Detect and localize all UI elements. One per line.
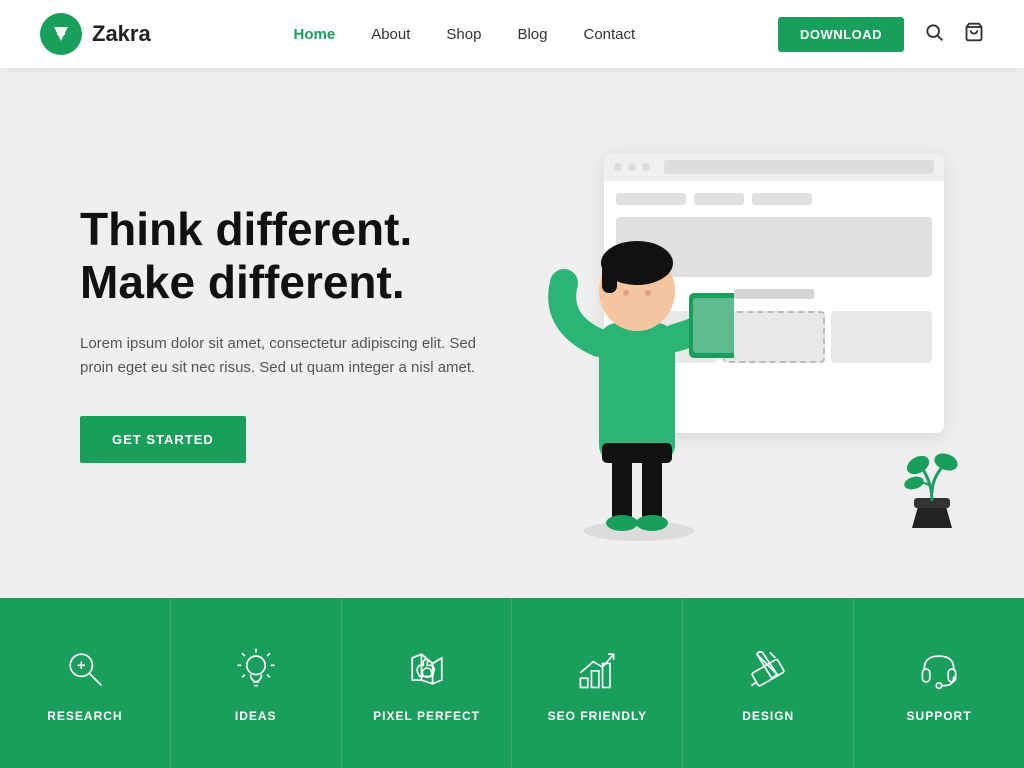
download-button[interactable]: DOWNLOAD — [778, 17, 904, 52]
design-icon — [742, 643, 794, 695]
feature-design-label: DESIGN — [742, 709, 794, 723]
nav-home[interactable]: Home — [294, 26, 336, 43]
feature-research[interactable]: RESEARCH — [0, 598, 171, 768]
research-icon — [59, 643, 111, 695]
feature-research-label: RESEARCH — [47, 709, 122, 723]
cart-icon[interactable] — [964, 22, 984, 47]
feature-design[interactable]: DESIGN — [683, 598, 854, 768]
hero-title: Think different. Make different. — [80, 203, 500, 309]
ideas-icon — [230, 643, 282, 695]
logo-icon — [40, 13, 82, 55]
hero-illustration — [504, 123, 964, 543]
hero-section: Think different. Make different. Lorem i… — [0, 68, 1024, 598]
feature-pixel-perfect[interactable]: PIXEL PERFECT — [342, 598, 513, 768]
logo[interactable]: Zakra — [40, 13, 151, 55]
main-nav: Home About Shop Blog Contact — [294, 26, 636, 43]
hero-content: Think different. Make different. Lorem i… — [80, 203, 500, 464]
header: Zakra Home About Shop Blog Contact DOWNL… — [0, 0, 1024, 68]
feature-ideas-label: IDEAS — [235, 709, 277, 723]
search-icon[interactable] — [924, 22, 944, 47]
nav-contact[interactable]: Contact — [583, 26, 635, 43]
plant-svg — [894, 443, 974, 533]
nav-shop[interactable]: Shop — [446, 26, 481, 43]
nav-blog[interactable]: Blog — [517, 26, 547, 43]
support-icon — [913, 643, 965, 695]
seo-friendly-icon — [571, 643, 623, 695]
feature-seo-label: SEO FRIENDLY — [548, 709, 648, 723]
get-started-button[interactable]: GET STARTED — [80, 416, 246, 463]
logo-name: Zakra — [92, 21, 151, 47]
features-bar: RESEARCH IDEAS — [0, 598, 1024, 768]
feature-support[interactable]: SUPPORT — [854, 598, 1024, 768]
hero-subtitle: Lorem ipsum dolor sit amet, consectetur … — [80, 332, 500, 380]
feature-support-label: SUPPORT — [907, 709, 972, 723]
feature-ideas[interactable]: IDEAS — [171, 598, 342, 768]
pixel-perfect-icon — [401, 643, 453, 695]
feature-pixel-perfect-label: PIXEL PERFECT — [373, 709, 480, 723]
person-svg — [534, 163, 734, 543]
header-right: DOWNLOAD — [778, 17, 984, 52]
feature-seo-friendly[interactable]: SEO FRIENDLY — [512, 598, 683, 768]
nav-about[interactable]: About — [371, 26, 410, 43]
